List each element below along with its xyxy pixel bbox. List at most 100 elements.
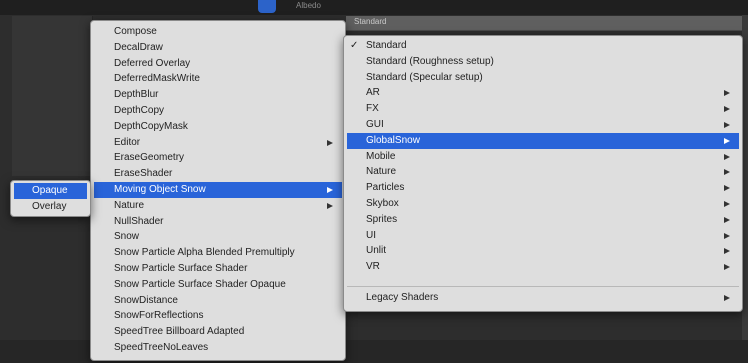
- submenu-arrow-icon: [327, 187, 333, 193]
- menu-item-skybox[interactable]: Skybox: [347, 196, 739, 212]
- menu-item-unlit[interactable]: Unlit: [347, 243, 739, 259]
- menu-item-label: Deferred Overlay: [114, 57, 191, 69]
- menu-item-globalsnow[interactable]: GlobalSnow: [347, 132, 739, 149]
- menu-item-compose[interactable]: Compose: [94, 24, 342, 40]
- menu-item-label: Moving Object Snow: [114, 184, 206, 195]
- menu-item-depthblur[interactable]: DepthBlur: [94, 87, 342, 103]
- shader-dropdown[interactable]: [346, 16, 742, 31]
- menu-item-snowdistance[interactable]: SnowDistance: [94, 293, 342, 309]
- submenu-arrow-icon: [724, 153, 730, 160]
- menu-item-nature[interactable]: Nature: [94, 198, 342, 214]
- menu-item-label: Snow Particle Alpha Blended Premultiply: [114, 247, 295, 259]
- editor-left-panel: [12, 16, 93, 176]
- editor-toolbar: [0, 0, 748, 15]
- menu-item-sprites[interactable]: Sprites: [347, 212, 739, 228]
- toolbar-toggle-icon[interactable]: [258, 0, 276, 13]
- submenu-arrow-icon: [724, 264, 730, 271]
- submenu-arrow-icon: [724, 232, 730, 239]
- menu-item-label: VR: [366, 261, 380, 273]
- submenu-arrow-icon: [327, 202, 333, 209]
- menu-item-label: Mobile: [366, 150, 396, 162]
- menu-item-legacy-shaders[interactable]: Legacy Shaders: [347, 290, 739, 306]
- shader-submenu-globalsnow: Compose DecalDraw Deferred Overlay Deferred…: [90, 20, 346, 361]
- menu-item-label: EraseGeometry: [114, 152, 185, 164]
- submenu-arrow-icon: [724, 122, 730, 128]
- submenu-arrow-icon: [724, 216, 730, 223]
- shader-submenu-moving-object-snow: Opaque Overlay: [10, 180, 91, 217]
- menu-item-speedtree-billboard-adapted[interactable]: SpeedTree Billboard Adapted: [94, 324, 342, 340]
- menu-item-standard-specular-setup[interactable]: Standard (Specular setup): [347, 70, 739, 86]
- menu-item-label: Compose: [114, 26, 157, 37]
- menu-item-decaldraw[interactable]: DecalDraw: [94, 40, 342, 56]
- submenu-arrow-icon: [724, 137, 730, 144]
- menu-item-label: DepthCopy: [114, 105, 165, 116]
- menu-item-overlay[interactable]: Overlay: [14, 199, 87, 215]
- menu-item-ar[interactable]: AR: [347, 85, 739, 101]
- menu-item-label: Snow Particle Surface Shader: [114, 263, 248, 274]
- menu-item-ui[interactable]: UI: [347, 228, 739, 244]
- menu-item-label: Unlit: [366, 245, 387, 257]
- menu-item-snow-particle-surface-shader[interactable]: Snow Particle Surface Shader: [94, 261, 342, 277]
- submenu-arrow-icon: [724, 90, 730, 97]
- menu-item-label: Opaque: [32, 185, 68, 196]
- menu-item-moving-object-snow[interactable]: Moving Object Snow: [94, 182, 342, 198]
- submenu-arrow-icon: [724, 185, 730, 192]
- menu-item-label: Sprites: [366, 213, 398, 225]
- menu-item-nature[interactable]: Nature: [347, 164, 739, 180]
- menu-item-label: Nature: [114, 199, 145, 211]
- menu-item-fx[interactable]: FX: [347, 101, 739, 117]
- menu-item-snow[interactable]: Snow: [94, 229, 342, 245]
- menu-item-vr[interactable]: VR: [347, 259, 739, 275]
- editor-field-label: Albedo: [296, 1, 321, 10]
- menu-item-gui[interactable]: GUI: [347, 117, 739, 133]
- menu-item-label: Editor: [114, 136, 141, 148]
- submenu-arrow-icon: [724, 295, 730, 301]
- menu-item-label: NullShader: [114, 215, 164, 227]
- menu-item-standard-roughness-setup[interactable]: Standard (Roughness setup): [347, 54, 739, 70]
- menu-item-nullshader[interactable]: NullShader: [94, 214, 342, 230]
- menu-item-deferredmaskwrite[interactable]: DeferredMaskWrite: [94, 71, 342, 87]
- menu-item-snowforreflections[interactable]: SnowForReflections: [94, 308, 342, 324]
- submenu-arrow-icon: [724, 201, 730, 207]
- menu-item-label: Nature: [366, 166, 397, 178]
- shader-menu-root: ✓ Standard Standard (Roughness setup) Stand…: [343, 35, 743, 312]
- submenu-arrow-icon: [327, 139, 333, 146]
- menu-item-snow-particle-surface-shader-opaque[interactable]: Snow Particle Surface Shader Opaque: [94, 277, 342, 293]
- menu-item-label: SpeedTree Billboard Adapted: [114, 326, 245, 338]
- menu-item-label: SpeedTreeNoLeaves: [114, 342, 209, 353]
- menu-item-label: Particles: [366, 182, 405, 194]
- menu-item-standard[interactable]: ✓ Standard: [347, 38, 739, 54]
- submenu-arrow-icon: [724, 106, 730, 113]
- menu-item-erasegeometry[interactable]: EraseGeometry: [94, 150, 342, 166]
- menu-item-label: DecalDraw: [114, 41, 163, 53]
- menu-item-label: Standard: [366, 40, 407, 51]
- menu-item-label: UI: [366, 229, 376, 241]
- menu-item-depthcopymask[interactable]: DepthCopyMask: [94, 119, 342, 135]
- menu-item-label: EraseShader: [114, 168, 173, 180]
- menu-item-label: Snow Particle Surface Shader Opaque: [114, 278, 286, 290]
- checkmark-icon: ✓: [350, 40, 359, 51]
- menu-item-label: DepthCopyMask: [114, 120, 188, 132]
- menu-item-label: Snow: [114, 231, 140, 243]
- menu-item-deferred-overlay[interactable]: Deferred Overlay: [94, 56, 342, 72]
- menu-separator: [347, 286, 739, 287]
- submenu-arrow-icon: [724, 248, 730, 255]
- menu-item-label: Skybox: [366, 198, 399, 209]
- menu-item-depthcopy[interactable]: DepthCopy: [94, 103, 342, 119]
- menu-item-label: Overlay: [32, 201, 67, 212]
- menu-item-label: AR: [366, 87, 380, 99]
- menu-item-mobile[interactable]: Mobile: [347, 149, 739, 165]
- menu-item-speedtreenoleaves[interactable]: SpeedTreeNoLeaves: [94, 340, 342, 356]
- menu-item-snow-particle-alpha-blended-premultiply[interactable]: Snow Particle Alpha Blended Premultiply: [94, 245, 342, 261]
- menu-item-editor[interactable]: Editor: [94, 135, 342, 151]
- menu-item-particles[interactable]: Particles: [347, 180, 739, 196]
- menu-item-label: Standard (Roughness setup): [366, 55, 494, 67]
- menu-item-label: SnowDistance: [114, 294, 178, 306]
- menu-item-label: GlobalSnow: [366, 134, 420, 146]
- menu-item-eraseshader[interactable]: EraseShader: [94, 166, 342, 182]
- menu-item-label: FX: [366, 103, 379, 115]
- submenu-arrow-icon: [724, 169, 730, 176]
- menu-item-label: SnowForReflections: [114, 310, 204, 322]
- menu-item-label: DeferredMaskWrite: [114, 73, 200, 85]
- menu-item-opaque[interactable]: Opaque: [14, 183, 87, 199]
